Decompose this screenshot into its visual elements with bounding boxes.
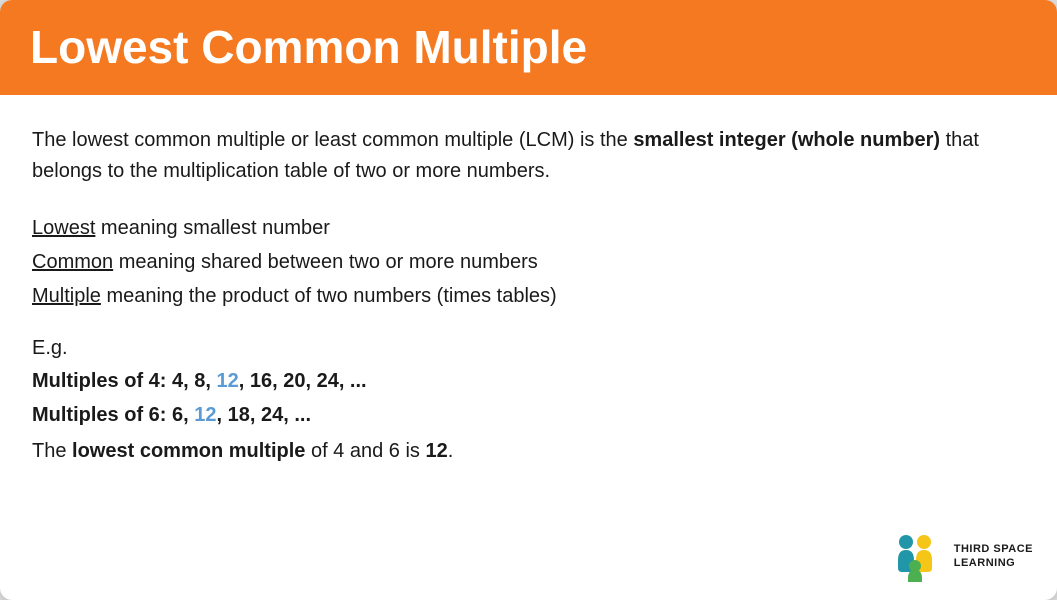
definition-multiple-text: meaning the product of two numbers (time… — [101, 285, 557, 307]
multiples-of-4: Multiples of 4: 4, 8, 12, 16, 20, 24, ..… — [32, 364, 1025, 398]
conclusion-after: of 4 and 6 is — [305, 440, 425, 462]
examples-section: E.g. Multiples of 4: 4, 8, 12, 16, 20, 2… — [32, 337, 1025, 468]
intro-paragraph: The lowest common multiple or least comm… — [32, 125, 1025, 187]
multiples-4-rest: , 16, 20, 24, ... — [239, 370, 367, 392]
conclusion-punctuation: . — [448, 440, 454, 462]
term-multiple: Multiple — [32, 285, 101, 307]
intro-text-before: The lowest common multiple or least comm… — [32, 129, 633, 151]
conclusion-answer: 12 — [425, 440, 447, 462]
conclusion-before: The — [32, 440, 72, 462]
logo-text: THIRD SPACE LEARNING — [954, 542, 1033, 571]
eg-label: E.g. — [32, 337, 1025, 360]
definition-lowest-text: meaning smallest number — [95, 217, 330, 239]
multiples-4-highlighted: 12 — [216, 370, 238, 392]
tsl-logo-icon — [892, 530, 944, 582]
footer-logo: THIRD SPACE LEARNING — [892, 530, 1033, 582]
definition-lowest: Lowest meaning smallest number — [32, 211, 1025, 245]
multiples-6-rest: , 18, 24, ... — [217, 404, 312, 426]
header-section: Lowest Common Multiple — [0, 0, 1057, 95]
definitions-section: Lowest meaning smallest number Common me… — [32, 211, 1025, 313]
definition-common-text: meaning shared between two or more numbe… — [113, 251, 538, 273]
multiples-6-highlighted: 12 — [194, 404, 216, 426]
page-title: Lowest Common Multiple — [30, 22, 1027, 73]
main-card: Lowest Common Multiple The lowest common… — [0, 0, 1057, 600]
definition-common: Common meaning shared between two or mor… — [32, 245, 1025, 279]
multiples-4-label: Multiples of 4: 4, 8, — [32, 370, 216, 392]
term-common: Common — [32, 251, 113, 273]
logo-line2: LEARNING — [954, 556, 1033, 570]
conclusion-line: The lowest common multiple of 4 and 6 is… — [32, 434, 1025, 468]
term-lowest: Lowest — [32, 217, 95, 239]
definition-multiple: Multiple meaning the product of two numb… — [32, 279, 1025, 313]
multiples-6-label: Multiples of 6: 6, — [32, 404, 194, 426]
logo-line1: THIRD SPACE — [954, 542, 1033, 556]
content-section: The lowest common multiple or least comm… — [0, 95, 1057, 600]
conclusion-bold: lowest common multiple — [72, 440, 305, 462]
intro-bold-text: smallest integer (whole number) — [633, 129, 940, 151]
multiples-of-6: Multiples of 6: 6, 12, 18, 24, ... — [32, 398, 1025, 432]
